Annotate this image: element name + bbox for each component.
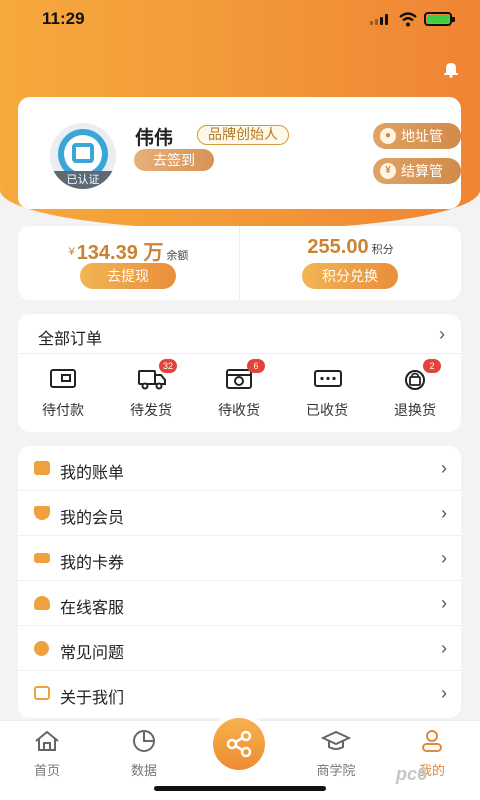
share-icon [226,730,252,758]
tab-label: 数据 [130,763,157,778]
menu-item-faq[interactable]: 常见问题 › [18,626,461,671]
battery-icon [424,12,455,26]
menu-label: 常见问题 [60,645,125,662]
edit-icon [34,686,50,700]
bill-icon [34,461,50,475]
chevron-right-icon: › [441,638,447,658]
chevron-right-icon: › [441,503,447,523]
points-section: 255.00 积分 积分兑换 [240,226,461,300]
all-orders-title: 全部订单 [38,331,103,348]
coupon-icon [34,553,50,563]
currency-symbol: ¥ [68,246,75,258]
chevron-right-icon: › [441,458,447,478]
menu-label: 我的卡券 [60,555,125,572]
settlement-management-label: 结算管理 [401,163,443,205]
profile-card: 已认证 伟伟 品牌创始人 去签到 ● 地址管理 ¥ 结算管理 [18,97,461,209]
menu-label: 关于我们 [60,690,125,707]
tab-home[interactable]: 首页 [12,729,82,779]
chevron-right-icon: › [441,593,447,613]
box-clock-icon: 6 [225,359,265,390]
wifi-icon [399,12,417,27]
address-management-button[interactable]: ● 地址管理 [373,123,461,170]
points-value: 255.00 [307,236,369,258]
menu-item-customer-service[interactable]: 在线客服 › [18,581,461,626]
member-icon [34,506,50,520]
all-orders-row[interactable]: 全部订单 › [18,314,461,354]
wallet-card: ¥134.39 万余额 去提现 255.00 积分 积分兑换 [18,226,461,300]
order-badge: 2 [423,359,441,373]
order-label: 退换货 [394,402,436,418]
order-pending-payment[interactable]: 待付款 [28,368,98,420]
status-bar: 11:29 [0,0,480,40]
bag-refund-icon: 2 [401,359,441,390]
points-exchange-button[interactable]: 积分兑换 [302,263,398,289]
orders-card: 全部订单 › 待付款 32 待发货 6 待收货 已收货 2 退换货 [18,314,461,432]
tab-data[interactable]: 数据 [109,729,179,779]
user-level-badge: 品牌创始人 [197,125,289,145]
order-label: 待发货 [130,402,172,418]
menu-item-about[interactable]: 关于我们 › [18,671,461,716]
order-badge: 6 [247,359,265,373]
menu-item-bills[interactable]: 我的账单 › [18,446,461,491]
location-icon: ● [380,128,396,144]
order-label: 待付款 [42,402,84,418]
menu-label: 在线客服 [60,600,125,617]
graduation-cap-icon [320,730,352,750]
checkin-button[interactable]: 去签到 [134,149,214,171]
signal-icon [370,14,388,25]
withdraw-button[interactable]: 去提现 [80,263,176,289]
menu-item-coupons[interactable]: 我的卡券 › [18,536,461,581]
avatar[interactable]: 已认证 [50,123,116,189]
chevron-right-icon: › [441,683,447,703]
yen-icon: ¥ [380,163,396,179]
user-name: 伟伟 [135,128,174,149]
pie-chart-icon [133,730,155,752]
order-label: 已收货 [306,402,348,418]
tab-academy[interactable]: 商学院 [301,729,371,779]
points-unit: 积分 [371,244,394,256]
wallet-icon [49,368,77,390]
order-to-receive[interactable]: 6 待收货 [204,359,274,420]
order-received[interactable]: 已收货 [292,368,362,420]
order-refund[interactable]: 2 退换货 [380,359,450,420]
bell-icon[interactable] [442,60,460,78]
tab-label: 商学院 [316,763,356,778]
watermark: pc6 [396,764,428,784]
home-indicator [154,786,326,791]
status-time: 11:29 [42,9,85,28]
chevron-right-icon: › [439,324,445,344]
question-icon [34,641,49,656]
balance-value: 134.39 万 [76,242,164,264]
balance-unit: 余额 [166,250,189,262]
menu-label: 我的账单 [60,465,125,482]
share-button[interactable] [213,718,265,770]
menu-label: 我的会员 [60,510,125,527]
headset-icon [34,596,50,610]
settlement-management-button[interactable]: ¥ 结算管理 [373,158,461,205]
user-icon [422,730,442,752]
chat-dots-icon [313,368,342,390]
order-label: 待收货 [218,402,260,418]
balance-section: ¥134.39 万余额 去提现 [18,226,239,300]
tab-label: 首页 [33,763,60,778]
order-badge: 32 [159,359,178,373]
verified-label: 已认证 [50,171,116,189]
home-icon [35,730,59,751]
truck-icon: 32 [137,359,178,390]
balance-amount: ¥134.39 万余额 [18,236,239,265]
points-amount: 255.00 积分 [240,236,461,259]
order-to-ship[interactable]: 32 待发货 [116,359,186,420]
menu-item-membership[interactable]: 我的会员 › [18,491,461,536]
chevron-right-icon: › [441,548,447,568]
menu-card: 我的账单 › 我的会员 › 我的卡券 › 在线客服 › 常见问题 › 关于我们 … [18,446,461,718]
